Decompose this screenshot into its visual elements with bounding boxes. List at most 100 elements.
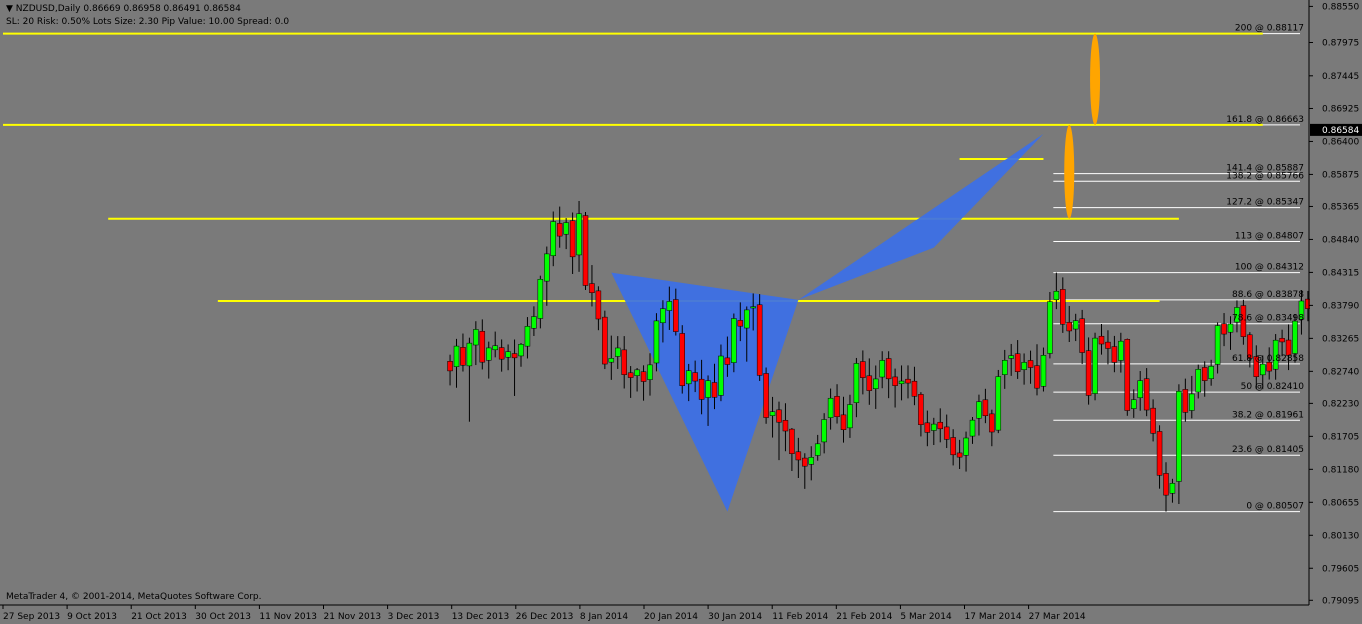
candle-body bbox=[937, 421, 943, 430]
candle-body bbox=[505, 351, 511, 358]
candle-body bbox=[640, 371, 647, 382]
candle-body bbox=[544, 253, 550, 282]
candle-body bbox=[756, 304, 763, 376]
candle-body bbox=[1137, 380, 1143, 399]
price-tick-label: 0.86400 bbox=[1322, 137, 1359, 147]
candle-body bbox=[898, 380, 905, 385]
candle-body bbox=[602, 316, 608, 365]
candle-body bbox=[627, 372, 634, 378]
price-axis: 0.88550 0.87975 0.87445 0.86925 0.86400 0.858… bbox=[1308, 0, 1362, 624]
candle-body bbox=[479, 331, 486, 363]
time-tick-label: 21 Nov 2013 bbox=[324, 612, 382, 622]
candle-body bbox=[950, 437, 956, 456]
ohlc-values: 0.86669 0.86958 0.86491 0.86584 bbox=[83, 4, 241, 14]
candle-body bbox=[647, 364, 653, 380]
candle-body bbox=[789, 428, 795, 454]
candle-body bbox=[995, 376, 1002, 431]
candle-body bbox=[1201, 367, 1208, 381]
candle-body bbox=[1221, 323, 1227, 335]
candle-body bbox=[556, 223, 563, 237]
price-tick-label: 0.80130 bbox=[1322, 531, 1359, 541]
candle-body bbox=[943, 426, 950, 440]
candle-body bbox=[724, 357, 731, 365]
candle-body bbox=[814, 443, 821, 456]
fib-level-label: 61.8 @ 0.82858 bbox=[1232, 354, 1304, 364]
candle-body bbox=[498, 347, 505, 360]
candle-body bbox=[769, 411, 776, 416]
candle-body bbox=[802, 457, 808, 467]
candle-body bbox=[1111, 346, 1118, 363]
fib-level-label: 88.6 @ 0.83878 bbox=[1232, 290, 1304, 300]
candle-body bbox=[879, 360, 885, 378]
time-tick-label: 8 Jan 2014 bbox=[580, 612, 628, 622]
candle-body bbox=[956, 452, 963, 458]
time-tick-label: 30 Jan 2014 bbox=[708, 612, 762, 622]
time-tick-label: 26 Dec 2013 bbox=[516, 612, 574, 622]
candle-body bbox=[589, 283, 595, 294]
candle-body bbox=[1208, 365, 1214, 379]
dropdown-triangle-icon[interactable]: ▼ bbox=[6, 4, 13, 14]
price-tick-label: 0.79605 bbox=[1322, 564, 1359, 574]
time-tick-label: 27 Sep 2013 bbox=[3, 612, 60, 622]
time-tick-label: 9 Oct 2013 bbox=[67, 612, 117, 622]
target-zone bbox=[1064, 124, 1075, 219]
price-tick-label: 0.87445 bbox=[1322, 72, 1359, 82]
candle-body bbox=[537, 279, 544, 319]
price-tick-label: 0.85365 bbox=[1322, 202, 1359, 212]
candle-body bbox=[634, 369, 640, 376]
candle-body bbox=[1156, 431, 1163, 476]
price-tick-label: 0.84840 bbox=[1322, 235, 1359, 245]
time-tick-label: 21 Oct 2013 bbox=[131, 612, 187, 622]
candle-body bbox=[905, 378, 911, 384]
candle-body bbox=[776, 409, 782, 423]
candle-body bbox=[447, 361, 453, 372]
time-tick-label: 30 Oct 2013 bbox=[195, 612, 251, 622]
time-tick-label: 13 Dec 2013 bbox=[452, 612, 510, 622]
candle-body bbox=[1176, 391, 1182, 482]
fib-level-label: 78.6 @ 0.83498 bbox=[1232, 314, 1304, 324]
candle-body bbox=[847, 404, 853, 429]
risk-settings: SL: 20 Risk: 0.50% Lots Size: 2.30 Pip V… bbox=[6, 17, 290, 27]
price-tick-label: 0.88550 bbox=[1322, 2, 1359, 12]
candle-body bbox=[1260, 363, 1266, 376]
fib-level-label: 100 @ 0.84312 bbox=[1235, 263, 1304, 273]
candle-body bbox=[492, 345, 498, 351]
candle-body bbox=[885, 358, 892, 380]
candle-body bbox=[660, 308, 666, 324]
candle-body bbox=[692, 372, 698, 382]
fib-level-label: 113 @ 0.84807 bbox=[1235, 232, 1304, 242]
candle-body bbox=[795, 451, 802, 461]
candle-body bbox=[1150, 407, 1156, 434]
candle-body bbox=[1305, 298, 1311, 309]
candle-body bbox=[969, 419, 976, 437]
candle-body bbox=[860, 361, 866, 378]
price-tick-label: 0.85875 bbox=[1322, 170, 1359, 180]
candle-body bbox=[1040, 355, 1047, 387]
candle-body bbox=[563, 222, 569, 235]
candle-body bbox=[1105, 341, 1111, 349]
candle-body bbox=[466, 342, 473, 367]
candle-body bbox=[873, 378, 879, 389]
candle-body bbox=[750, 306, 756, 309]
price-tick-label: 0.81180 bbox=[1322, 465, 1359, 475]
candle-body bbox=[711, 382, 718, 398]
time-tick-label: 20 Jan 2014 bbox=[644, 612, 698, 622]
chart-header: ▼ NZDUSD,Daily 0.86669 0.86958 0.86491 0… bbox=[6, 4, 241, 14]
time-tick-label: 11 Feb 2014 bbox=[772, 612, 828, 622]
candle-body bbox=[1085, 350, 1092, 396]
candle-body bbox=[1034, 365, 1040, 389]
fib-level-label: 23.6 @ 0.81405 bbox=[1232, 445, 1304, 455]
candle-body bbox=[744, 309, 750, 329]
candle-body bbox=[853, 363, 860, 403]
fib-level-label: 0 @ 0.80507 bbox=[1246, 502, 1304, 512]
price-chart[interactable]: 0 @ 0.80507 23.6 @ 0.81405 38.2 @ 0.81961 5… bbox=[0, 0, 1362, 624]
candle-body bbox=[1195, 369, 1201, 393]
candle-body bbox=[763, 373, 769, 418]
fib-level-label: 50 @ 0.82410 bbox=[1241, 382, 1305, 392]
time-tick-label: 3 Dec 2013 bbox=[388, 612, 440, 622]
fib-level-label: 38.2 @ 0.81961 bbox=[1232, 410, 1304, 420]
copyright-footer: MetaTrader 4, © 2001-2014, MetaQuotes So… bbox=[6, 592, 262, 602]
candle-body bbox=[1014, 353, 1021, 372]
candle-body bbox=[782, 420, 789, 432]
candle-body bbox=[511, 353, 518, 359]
